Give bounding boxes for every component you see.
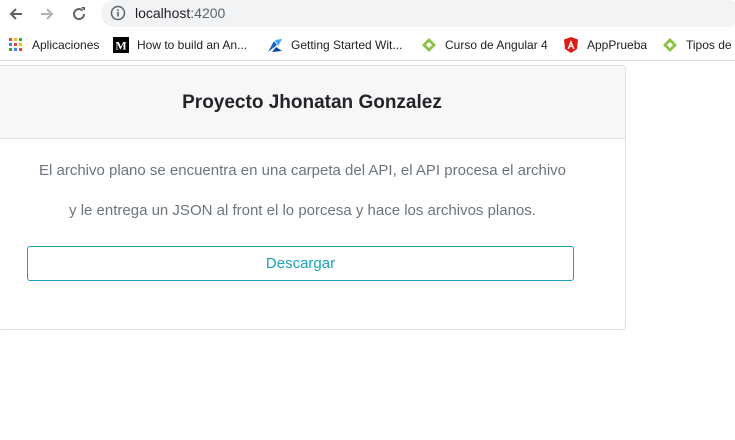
url-host: localhost bbox=[135, 5, 191, 21]
forward-button[interactable] bbox=[35, 2, 59, 26]
angular-shield-icon bbox=[563, 37, 579, 53]
bookmark-curso-angular[interactable]: Curso de Angular 4 bbox=[421, 37, 548, 53]
back-button[interactable] bbox=[4, 2, 28, 26]
browser-toolbar: localhost:4200 bbox=[0, 0, 735, 28]
green-diamond-icon bbox=[421, 37, 437, 53]
green-diamond-icon bbox=[662, 37, 678, 53]
bookmark-appprueba[interactable]: AppPrueba bbox=[563, 37, 647, 53]
bookmark-label: Tipos de bbox=[686, 38, 732, 52]
project-card: Proyecto Jhonatan Gonzalez bbox=[0, 65, 626, 330]
description-line-1: El archivo plano se encuentra en una car… bbox=[39, 162, 566, 179]
description-line-2: y le entrega un JSON al front el lo porc… bbox=[69, 202, 536, 219]
bookmark-label: Getting Started Wit... bbox=[291, 38, 403, 52]
reload-icon bbox=[73, 7, 86, 21]
card-header: Proyecto Jhonatan Gonzalez bbox=[0, 66, 625, 139]
descargar-button[interactable]: Descargar bbox=[27, 246, 574, 281]
info-icon[interactable] bbox=[110, 5, 126, 21]
bookmark-label: AppPrueba bbox=[587, 38, 648, 52]
apps-grid-icon bbox=[8, 37, 24, 53]
bookmark-tipos-de[interactable]: Tipos de bbox=[662, 37, 732, 53]
forward-arrow-icon bbox=[41, 8, 54, 20]
reload-button[interactable] bbox=[67, 2, 91, 26]
bookmarks-bar: Aplicaciones M How to build an An... Get… bbox=[0, 30, 735, 61]
bookmark-label: Aplicaciones bbox=[32, 38, 100, 52]
address-bar[interactable]: localhost:4200 bbox=[101, 0, 735, 27]
svg-text:M: M bbox=[115, 39, 126, 53]
url-port: :4200 bbox=[190, 5, 226, 21]
back-arrow-icon bbox=[9, 8, 22, 20]
bookmark-label: Curso de Angular 4 bbox=[445, 38, 548, 52]
url-text: localhost:4200 bbox=[135, 5, 225, 21]
bookmark-label: How to build an An... bbox=[137, 38, 248, 52]
bookmark-aplicaciones[interactable]: Aplicaciones bbox=[8, 37, 99, 53]
bookmark-getting-started[interactable]: Getting Started Wit... bbox=[267, 37, 402, 53]
bookmark-how-to-build[interactable]: M How to build an An... bbox=[113, 37, 247, 53]
card-title: Proyecto Jhonatan Gonzalez bbox=[182, 92, 442, 113]
blue-logo-icon bbox=[267, 37, 283, 53]
medium-logo-icon: M bbox=[113, 37, 129, 53]
